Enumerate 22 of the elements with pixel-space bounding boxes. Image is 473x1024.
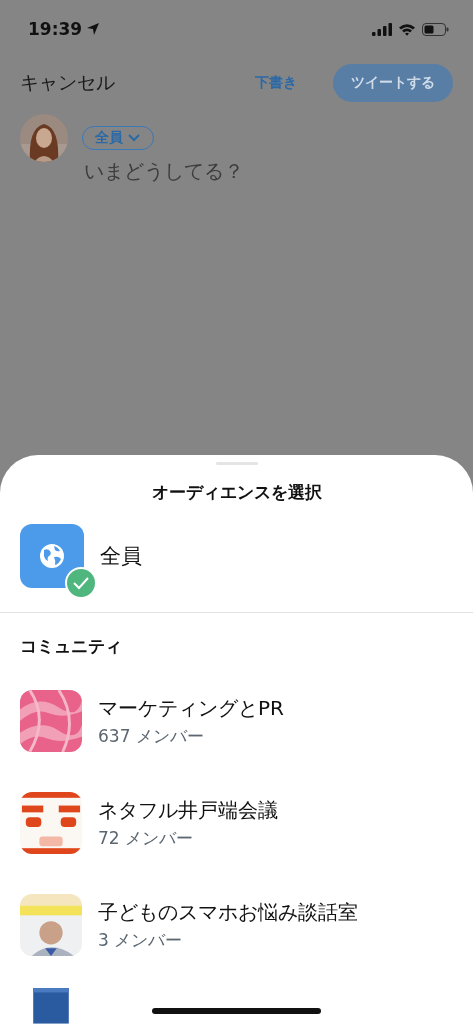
- community-name: ネタフル井戸端会議: [98, 796, 278, 824]
- globe-icon: [39, 543, 65, 570]
- cancel-button[interactable]: キャンセル: [20, 70, 115, 96]
- sheet-title: オーディエンスを選択: [150, 481, 323, 505]
- community-name: マーケティングとPR: [98, 694, 284, 722]
- member-count: 637 メンバー: [98, 724, 205, 748]
- section-header: コミュニティ: [19, 635, 123, 659]
- status-time: 19:39: [28, 19, 101, 39]
- chevron-down-icon: [127, 133, 141, 143]
- tweet-text-placeholder[interactable]: いまどうしてる？: [82, 158, 244, 185]
- member-count: 72 メンバー: [98, 826, 195, 850]
- community-item[interactable]: マーケティングとPR 637 メンバー: [0, 682, 473, 761]
- community-name: 子どものスマホお悩み談話室: [98, 898, 358, 926]
- everyone-option[interactable]: 全員: [100, 542, 142, 571]
- community-item[interactable]: ネタフル井戸端会議 72 メンバー: [0, 784, 473, 863]
- member-count: 3 メンバー: [98, 928, 184, 952]
- wifi-icon: [398, 22, 416, 36]
- home-indicator[interactable]: [152, 1008, 321, 1014]
- location-arrow-icon: [86, 22, 101, 36]
- battery-icon: [422, 22, 449, 36]
- signal-icon: [372, 22, 392, 36]
- community-item[interactable]: 子どものスマホお悩み談話室 3 メンバー: [0, 886, 473, 965]
